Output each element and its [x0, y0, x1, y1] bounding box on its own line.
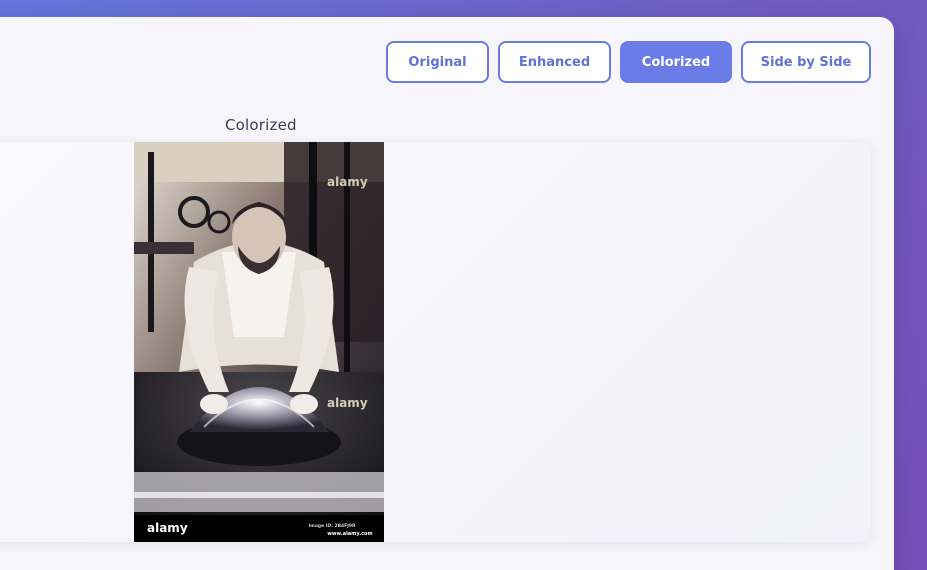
watermark-url: www.alamy.com [327, 531, 372, 537]
view-mode-toggle: Original Enhanced Colorized Side by Side [386, 41, 871, 83]
watermark-image-id: Image ID: 2B4FJ9R [308, 523, 356, 529]
watermark-overlay: alamy [327, 396, 368, 410]
colorized-view-button[interactable]: Colorized [620, 41, 732, 83]
watermark-overlay: alamy [327, 175, 368, 189]
original-view-button[interactable]: Original [386, 41, 489, 83]
preview-label: Colorized [225, 116, 297, 134]
image-preview-area [0, 142, 871, 542]
colorized-photo: alamy Image ID: 2B4FJ9R www.alamy.com al… [134, 142, 384, 542]
enhanced-view-button[interactable]: Enhanced [498, 41, 611, 83]
watermark-brand: alamy [147, 521, 188, 535]
side-by-side-view-button[interactable]: Side by Side [741, 41, 871, 83]
